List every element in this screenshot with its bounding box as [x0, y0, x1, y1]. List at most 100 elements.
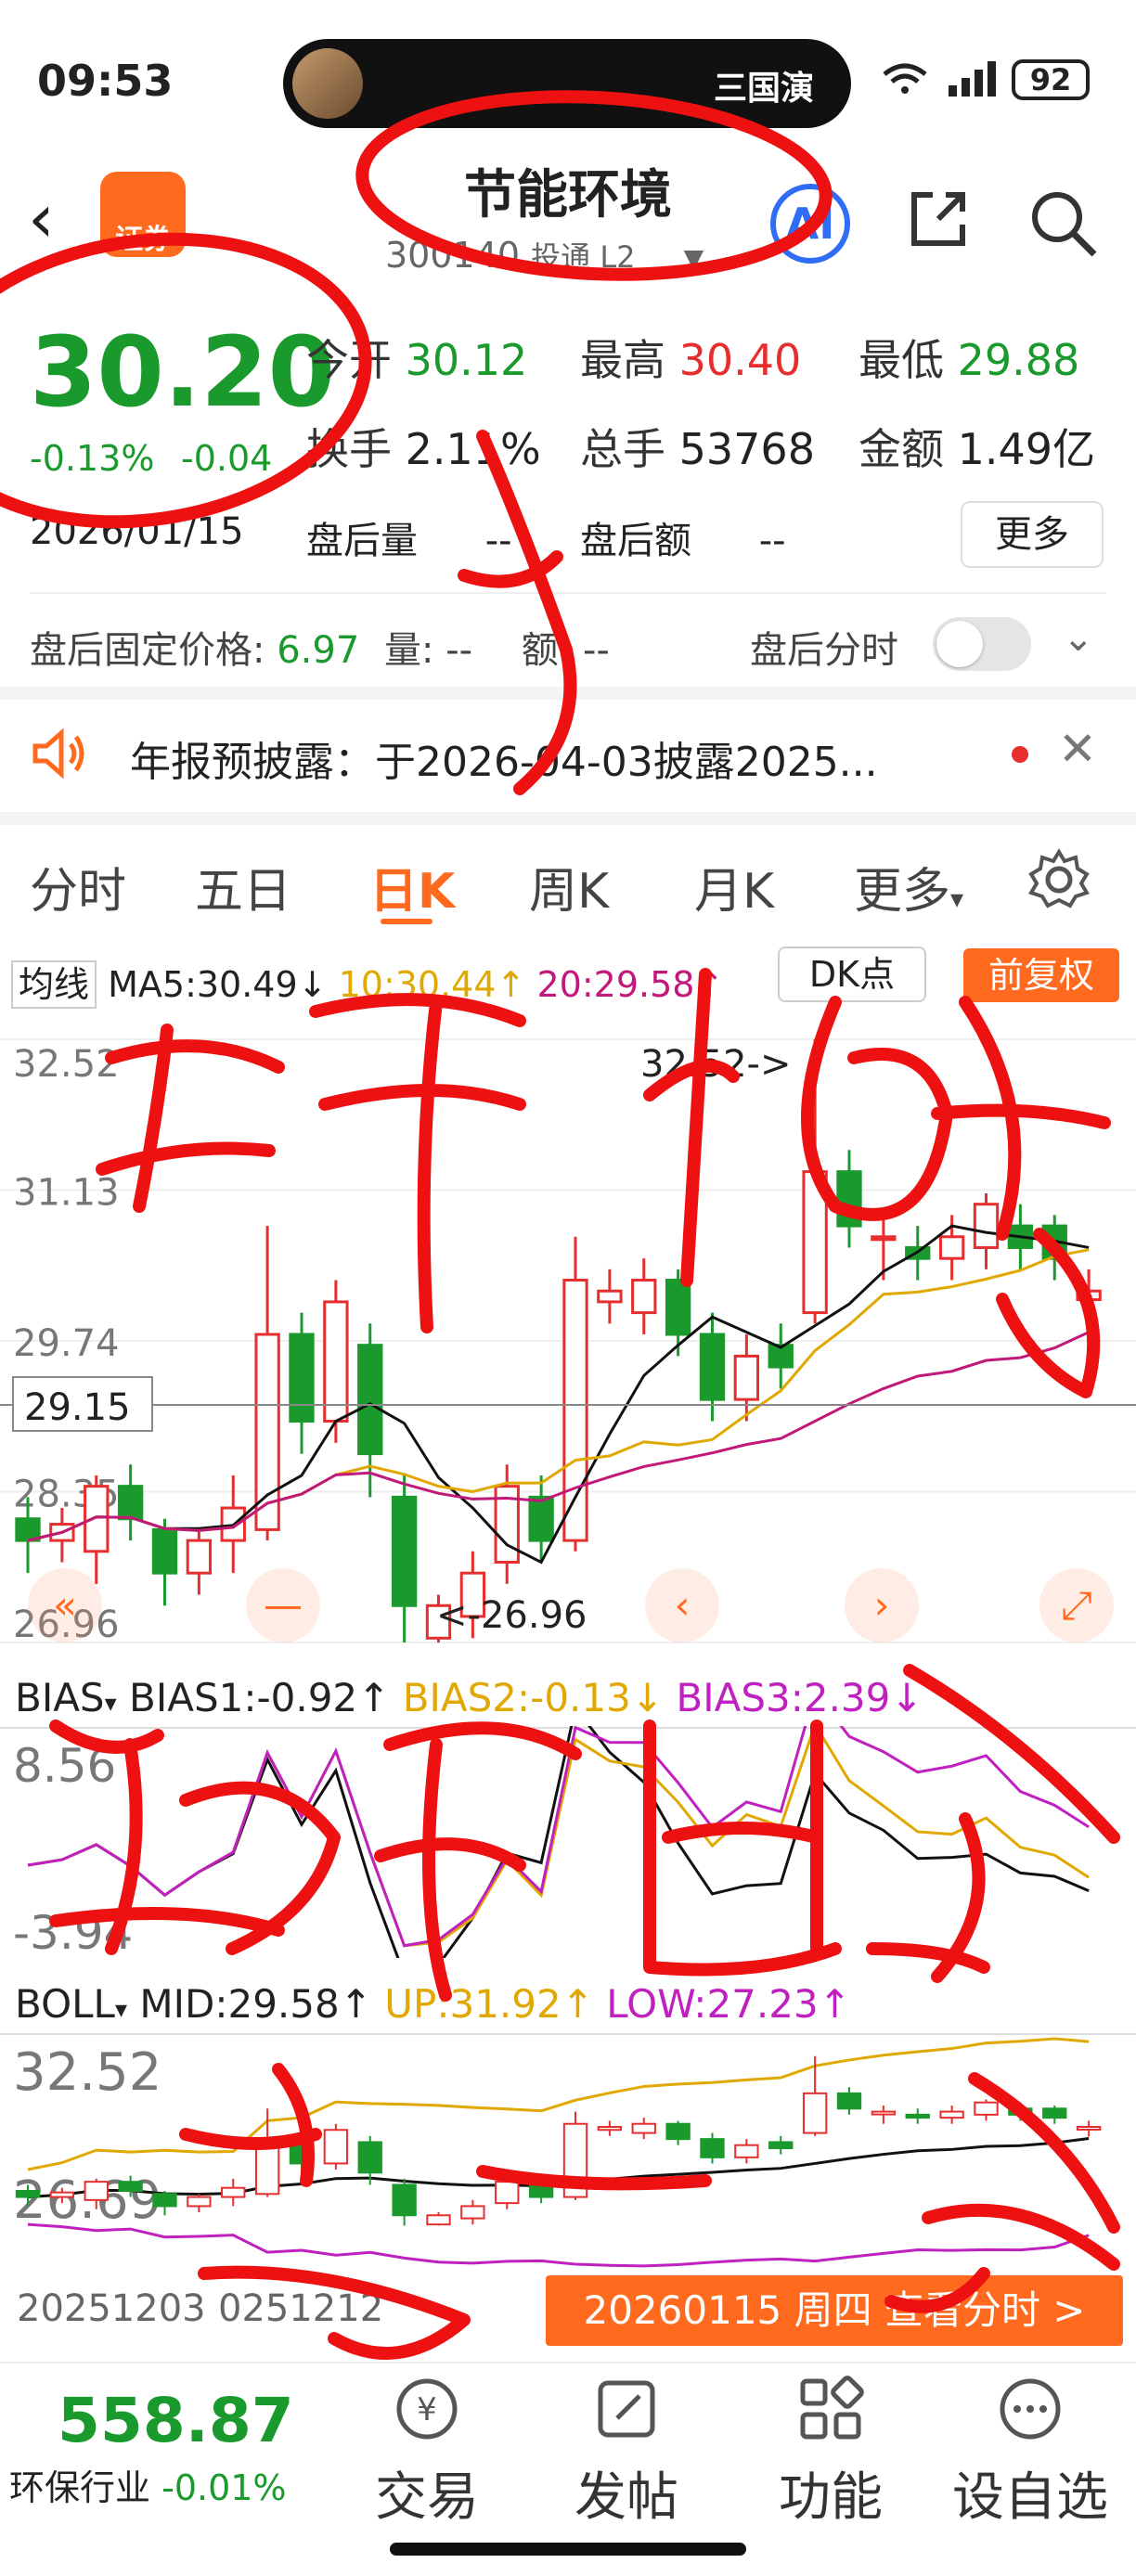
double-chevron-left-icon[interactable]: «: [53, 1582, 77, 1628]
chevron-down-icon[interactable]: ▼: [684, 243, 704, 274]
wifi-icon: [883, 63, 927, 94]
ma10-value: 10:30.44↑: [338, 964, 526, 1005]
boll-candle-body: [562, 2122, 588, 2198]
candle-body: [1076, 1289, 1102, 1302]
bias1-value: BIAS1:-0.92↑: [129, 1675, 391, 1720]
bias6-line: [27, 1726, 1090, 1958]
share-icon[interactable]: [905, 186, 972, 252]
tab-more[interactable]: 更多▾: [854, 852, 963, 921]
tab-week-k[interactable]: 周K: [529, 852, 609, 921]
ma5-line: [27, 1224, 1090, 1565]
low-annotation: <-26.96: [436, 1594, 587, 1637]
candle-body: [733, 1354, 760, 1401]
home-indicator[interactable]: [390, 2543, 746, 2556]
boll-candle-body: [1076, 2126, 1102, 2131]
fixed-price-value: 6.97: [277, 629, 360, 672]
unread-dot: [1012, 746, 1028, 763]
zoom-out-icon[interactable]: —: [264, 1582, 303, 1628]
functions-button[interactable]: 功能: [738, 2376, 923, 2531]
search-icon[interactable]: [1026, 186, 1100, 260]
boll-candle-body: [665, 2122, 691, 2141]
turnover-value: 2.11%: [405, 424, 541, 474]
gear-icon[interactable]: [1026, 846, 1092, 913]
bias-chart[interactable]: 8.56 -3.94: [0, 1726, 1136, 1958]
close-icon[interactable]: ✕: [1058, 722, 1097, 776]
boll-candle-body: [15, 2190, 41, 2198]
page-title: 节能环境: [464, 165, 672, 225]
change-amount: -0.04: [181, 438, 273, 479]
high-row: 最高 30.40: [580, 335, 802, 385]
candle-body: [562, 1279, 588, 1542]
candle-body: [802, 1170, 828, 1315]
dk-point-button[interactable]: DK点: [778, 947, 926, 1002]
low-value: 29.88: [957, 335, 1080, 385]
candle-body: [699, 1333, 726, 1401]
boll-mid-value: MID:29.58↑: [139, 1981, 372, 2027]
boll-candle-body: [49, 2191, 75, 2198]
boll-indicator-row: BOLL▾ MID:29.58↑ UP:31.92↑ LOW:27.23↑: [15, 1981, 851, 2027]
volume-value: 53768: [678, 424, 815, 474]
notice-text[interactable]: 年报预披露：于2026-04-03披露2025...: [130, 728, 878, 788]
view-timeshare-button[interactable]: 20260115 周四 查看分时 >: [546, 2275, 1123, 2346]
y-tick-label: 32.52: [13, 2042, 161, 2103]
high-annotation: 32.52->: [640, 1043, 791, 1086]
ai-assistant-button[interactable]: AI: [770, 184, 850, 264]
sector-index-name[interactable]: 环保行业 -0.01%: [9, 2459, 287, 2510]
tab-five-day[interactable]: 五日: [195, 852, 291, 921]
dynamic-island[interactable]: 三国演: [283, 39, 851, 128]
tab-day-k[interactable]: 日K: [369, 852, 455, 921]
turnover-row: 换手 2.11%: [306, 424, 541, 474]
amount-row: 金额 1.49亿: [858, 424, 1096, 474]
mid-date-label: 0251212: [218, 2287, 384, 2330]
back-button[interactable]: ‹: [28, 181, 84, 255]
boll-candle-body: [152, 2193, 177, 2208]
after-hours-timeshare-label: 盘后分时: [750, 629, 898, 672]
candle-body: [871, 1235, 897, 1242]
sector-index-value[interactable]: 558.87: [58, 2385, 294, 2456]
boll-selector[interactable]: BOLL: [15, 1981, 115, 2027]
boll-candle-body: [426, 2214, 451, 2226]
kline-chart[interactable]: 32.5231.1329.7428.3526.9629.1532.52-><-2…: [0, 1011, 1136, 1661]
expand-icon[interactable]: ⤢: [1061, 1582, 1092, 1628]
open-row: 今开 30.12: [306, 335, 528, 385]
toggle-knob: [936, 621, 983, 667]
add-watchlist-button[interactable]: 设自选: [937, 2376, 1123, 2531]
candle-body: [597, 1289, 623, 1304]
boll-mid-line: [27, 2136, 1090, 2199]
post-button[interactable]: 发帖: [534, 2376, 719, 2531]
boll-candle-body: [768, 2141, 794, 2150]
apps-icon: [800, 2376, 864, 2440]
open-value: 30.12: [405, 335, 528, 385]
current-price: 30.20: [30, 316, 335, 429]
ma20-line: [27, 1331, 1090, 1542]
after-hours-toggle[interactable]: [933, 617, 1031, 671]
candle-body: [836, 1170, 862, 1228]
active-tab-indicator: [381, 919, 432, 924]
adjust-mode-button[interactable]: 前复权: [963, 948, 1119, 1002]
quote-date: 2026/01/15: [30, 510, 244, 553]
ma5-value: MA5:30.49↓: [108, 964, 328, 1005]
more-button[interactable]: 更多: [961, 501, 1104, 568]
candle-body: [391, 1495, 418, 1607]
bias2-value: BIAS2:-0.13↓: [402, 1675, 665, 1720]
boll-candle-body: [495, 2181, 520, 2205]
boll-candle-body: [187, 2196, 212, 2208]
bias-selector[interactable]: BIAS: [15, 1675, 105, 1720]
change-percent: -0.13%: [30, 438, 155, 479]
chevron-left-icon[interactable]: ‹: [675, 1582, 691, 1628]
ma-selector[interactable]: 均线: [11, 960, 97, 1009]
divider: [30, 592, 1106, 594]
boll-candle-body: [289, 2138, 315, 2165]
tab-timeshare[interactable]: 分时: [30, 852, 126, 921]
boll-low-value: LOW:27.23↑: [606, 1981, 851, 2027]
battery-indicator: 92: [1012, 59, 1090, 100]
trade-button[interactable]: ¥ 交易: [334, 2376, 520, 2531]
chevron-right-icon[interactable]: ›: [874, 1582, 890, 1628]
edit-icon: [598, 2380, 655, 2438]
chevron-down-icon[interactable]: ⌄: [1063, 617, 1094, 660]
start-date-label: 20251203: [17, 2287, 206, 2330]
tab-month-k[interactable]: 月K: [694, 852, 774, 921]
stock-code: 300140 投通 L2 ▼: [385, 234, 704, 277]
volume-row: 总手 53768: [580, 424, 815, 474]
boll-chart[interactable]: 32.5226.69: [0, 2032, 1136, 2273]
